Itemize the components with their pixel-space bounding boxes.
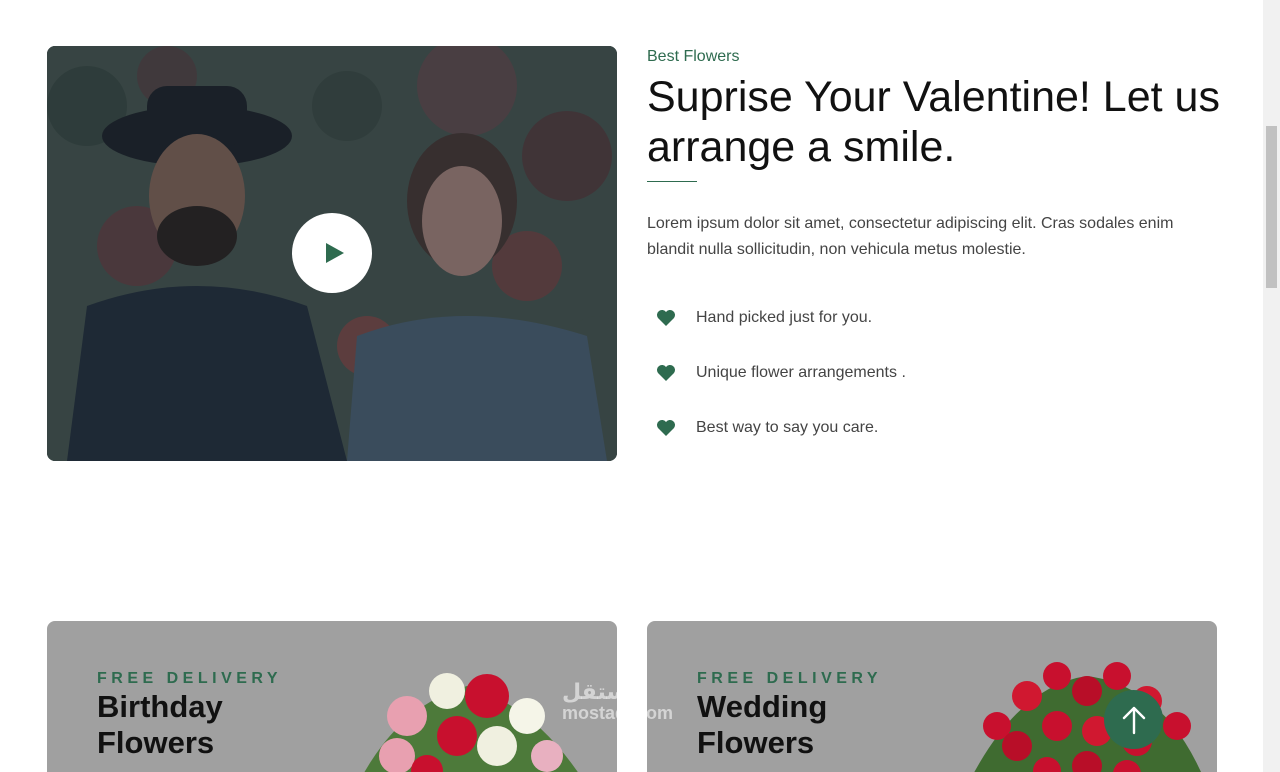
promo-card-birthday[interactable]: FREE DELIVERY Birthday Flowers bbox=[47, 621, 617, 772]
feature-text: Best way to say you care. bbox=[696, 419, 879, 436]
feature-item: Unique flower arrangements . bbox=[656, 361, 906, 416]
heart-icon bbox=[657, 310, 675, 326]
promo-title: Wedding Flowers bbox=[697, 689, 828, 760]
heart-icon bbox=[657, 365, 675, 381]
back-to-top-button[interactable] bbox=[1104, 690, 1163, 749]
play-icon bbox=[325, 243, 344, 263]
watermark: مستقل mostaql.com bbox=[562, 679, 674, 724]
bouquet-image bbox=[974, 662, 1201, 772]
arrow-up-icon bbox=[1122, 706, 1145, 734]
feature-text: Unique flower arrangements . bbox=[696, 364, 906, 381]
section-subtitle: Best Flowers bbox=[647, 48, 740, 65]
watermark-arabic: مستقل bbox=[562, 679, 643, 704]
feature-item: Best way to say you care. bbox=[656, 416, 906, 471]
play-video-button[interactable] bbox=[292, 213, 372, 293]
promo-title: Birthday Flowers bbox=[97, 689, 223, 760]
feature-text: Hand picked just for you. bbox=[696, 309, 873, 326]
heart-icon bbox=[657, 420, 675, 436]
promo-eyebrow: FREE DELIVERY bbox=[97, 670, 283, 687]
scrollbar-thumb[interactable] bbox=[1266, 126, 1277, 288]
section-lead: Lorem ipsum dolor sit amet, consectetur … bbox=[647, 215, 1174, 258]
watermark-domain: mostaql.com bbox=[562, 703, 674, 724]
section-headline: Suprise Your Valentine! Let us arrange a… bbox=[647, 73, 1220, 171]
page-scrollbar[interactable] bbox=[1263, 0, 1280, 772]
feature-list: Hand picked just for you. Unique flower … bbox=[656, 306, 906, 471]
headline-divider bbox=[647, 181, 697, 182]
feature-item: Hand picked just for you. bbox=[656, 306, 906, 361]
bouquet-image bbox=[364, 673, 578, 772]
promo-eyebrow: FREE DELIVERY bbox=[697, 670, 883, 687]
video-card bbox=[47, 46, 617, 461]
